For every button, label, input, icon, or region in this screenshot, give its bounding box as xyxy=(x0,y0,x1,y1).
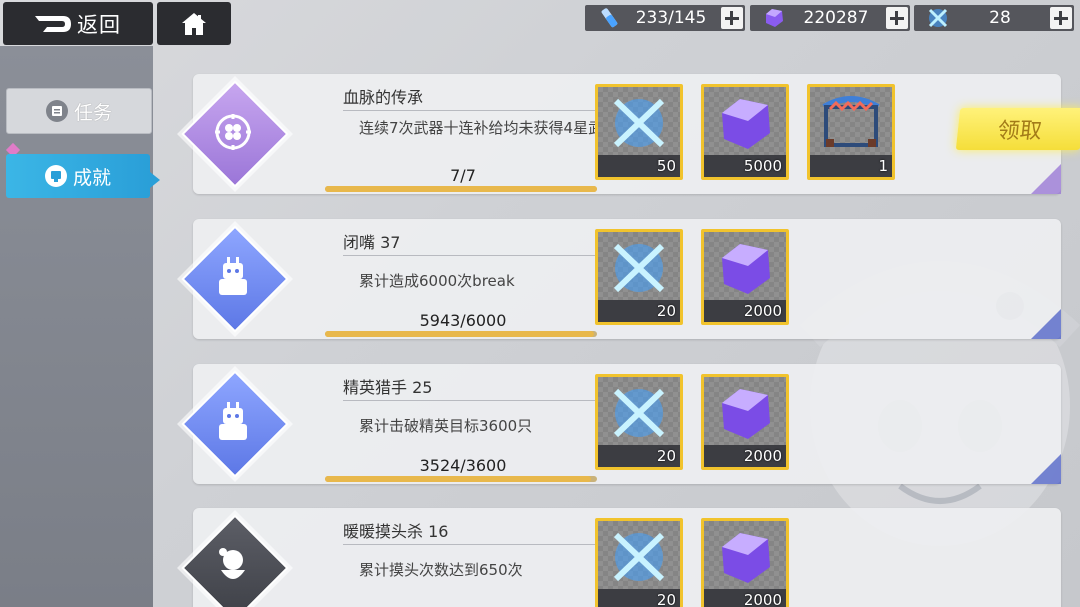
supply-card-icon xyxy=(613,532,665,582)
crystal-icon xyxy=(722,533,770,583)
tab-tasks[interactable]: 任务 xyxy=(6,88,152,134)
reward-qty: 50 xyxy=(656,157,676,175)
achievement-list[interactable]: 血脉的传承 连续7次武器十连补给均未获得4星武器 7/7 50 5000 1 领… xyxy=(153,46,1080,607)
add-stamina-button[interactable] xyxy=(721,7,743,29)
progress-text: 5943/6000 xyxy=(419,311,507,330)
reward-item[interactable]: 2000 xyxy=(701,229,789,325)
back-button[interactable]: 返回 xyxy=(3,2,153,45)
reward-qty: 5000 xyxy=(743,157,782,175)
reward-item[interactable]: 5000 xyxy=(701,84,789,180)
task-icon xyxy=(45,100,68,122)
reward-qty: 2000 xyxy=(743,447,782,465)
frame-gate-icon xyxy=(822,96,880,147)
tab-achievements-label: 成就 xyxy=(72,166,111,189)
achievement-title: 血脉的传承 xyxy=(343,88,424,107)
crystal-resource: 220287 xyxy=(750,5,910,31)
divider xyxy=(343,255,599,256)
add-crystal-button[interactable] xyxy=(886,7,908,29)
achievement-card: 暖暖摸头杀 16 累计摸头次数达到650次 20 2000 xyxy=(181,508,1061,607)
chibi-icon xyxy=(213,544,253,588)
achievement-badge xyxy=(181,370,289,478)
reward-qty: 20 xyxy=(656,447,676,465)
stamina-value: 233/145 xyxy=(635,8,707,28)
tab-achievements[interactable]: 成就 xyxy=(6,154,150,198)
back-logo-icon xyxy=(33,14,73,34)
crystal-icon xyxy=(722,99,770,149)
add-supply-card-button[interactable] xyxy=(1050,7,1072,29)
clover-crest-icon xyxy=(213,110,253,154)
robot-icon xyxy=(213,255,253,299)
achievement-title: 闭嘴 37 xyxy=(343,233,401,252)
home-button[interactable] xyxy=(157,2,231,45)
achievement-card: 精英猎手 25 累计击破精英目标3600只 3524/3600 20 2000 xyxy=(181,364,1061,484)
supply-card-icon xyxy=(613,243,665,293)
crystal-icon xyxy=(766,9,783,27)
crystal-icon xyxy=(722,244,770,294)
home-icon xyxy=(182,12,206,35)
reward-qty: 2000 xyxy=(743,591,782,607)
divider xyxy=(343,544,599,545)
progress-bar xyxy=(325,476,597,482)
achievement-description: 累计造成6000次break xyxy=(359,272,515,290)
back-label: 返回 xyxy=(77,12,121,37)
crystal-icon xyxy=(722,389,770,439)
tab-tasks-label: 任务 xyxy=(73,101,112,124)
stamina-vial-icon xyxy=(601,8,618,28)
supply-card-resource: 28 xyxy=(914,5,1074,31)
reward-item[interactable]: 20 xyxy=(595,374,683,470)
supply-card-icon xyxy=(613,388,665,438)
achievement-card: 血脉的传承 连续7次武器十连补给均未获得4星武器 7/7 50 5000 1 领… xyxy=(181,74,1080,194)
claim-label: 领取 xyxy=(996,119,1044,144)
reward-qty: 20 xyxy=(656,591,676,607)
reward-item[interactable]: 50 xyxy=(595,84,683,180)
progress-text: 7/7 xyxy=(450,166,476,185)
achievement-description: 累计摸头次数达到650次 xyxy=(359,561,523,579)
achievement-title: 精英猎手 25 xyxy=(343,378,433,397)
divider xyxy=(343,400,599,401)
reward-qty: 2000 xyxy=(743,302,782,320)
achievement-card: 闭嘴 37 累计造成6000次break 5943/6000 20 2000 xyxy=(181,219,1061,339)
side-panel: 任务 成就 xyxy=(0,46,160,607)
achievement-badge xyxy=(181,80,289,188)
supply-card-icon xyxy=(928,8,948,28)
achievement-badge xyxy=(181,514,289,607)
achievement-icon xyxy=(44,165,67,187)
progress-bar xyxy=(325,331,597,337)
reward-item[interactable]: 2000 xyxy=(701,518,789,607)
supply-card-value: 28 xyxy=(989,8,1011,28)
divider xyxy=(343,110,599,111)
progress-bar xyxy=(325,186,597,192)
reward-item[interactable]: 2000 xyxy=(701,374,789,470)
achievement-description: 连续7次武器十连补给均未获得4星武器 xyxy=(359,119,619,137)
claim-button[interactable]: 领取 xyxy=(955,108,1080,150)
stamina-resource: 233/145 xyxy=(585,5,745,31)
top-bar: 返回 233/145 220287 28 xyxy=(0,0,1080,46)
achievement-description: 累计击破精英目标3600只 xyxy=(359,417,533,435)
supply-card-icon xyxy=(613,98,665,148)
achievement-badge xyxy=(181,225,289,333)
progress-text: 3524/3600 xyxy=(419,456,507,475)
robot-icon xyxy=(213,400,253,444)
crystal-value: 220287 xyxy=(803,8,869,28)
reward-qty: 1 xyxy=(878,157,888,175)
reward-item[interactable]: 20 xyxy=(595,518,683,607)
achievement-title: 暖暖摸头杀 16 xyxy=(343,522,449,541)
reward-item[interactable]: 1 xyxy=(807,84,895,180)
reward-item[interactable]: 20 xyxy=(595,229,683,325)
reward-qty: 20 xyxy=(656,302,676,320)
